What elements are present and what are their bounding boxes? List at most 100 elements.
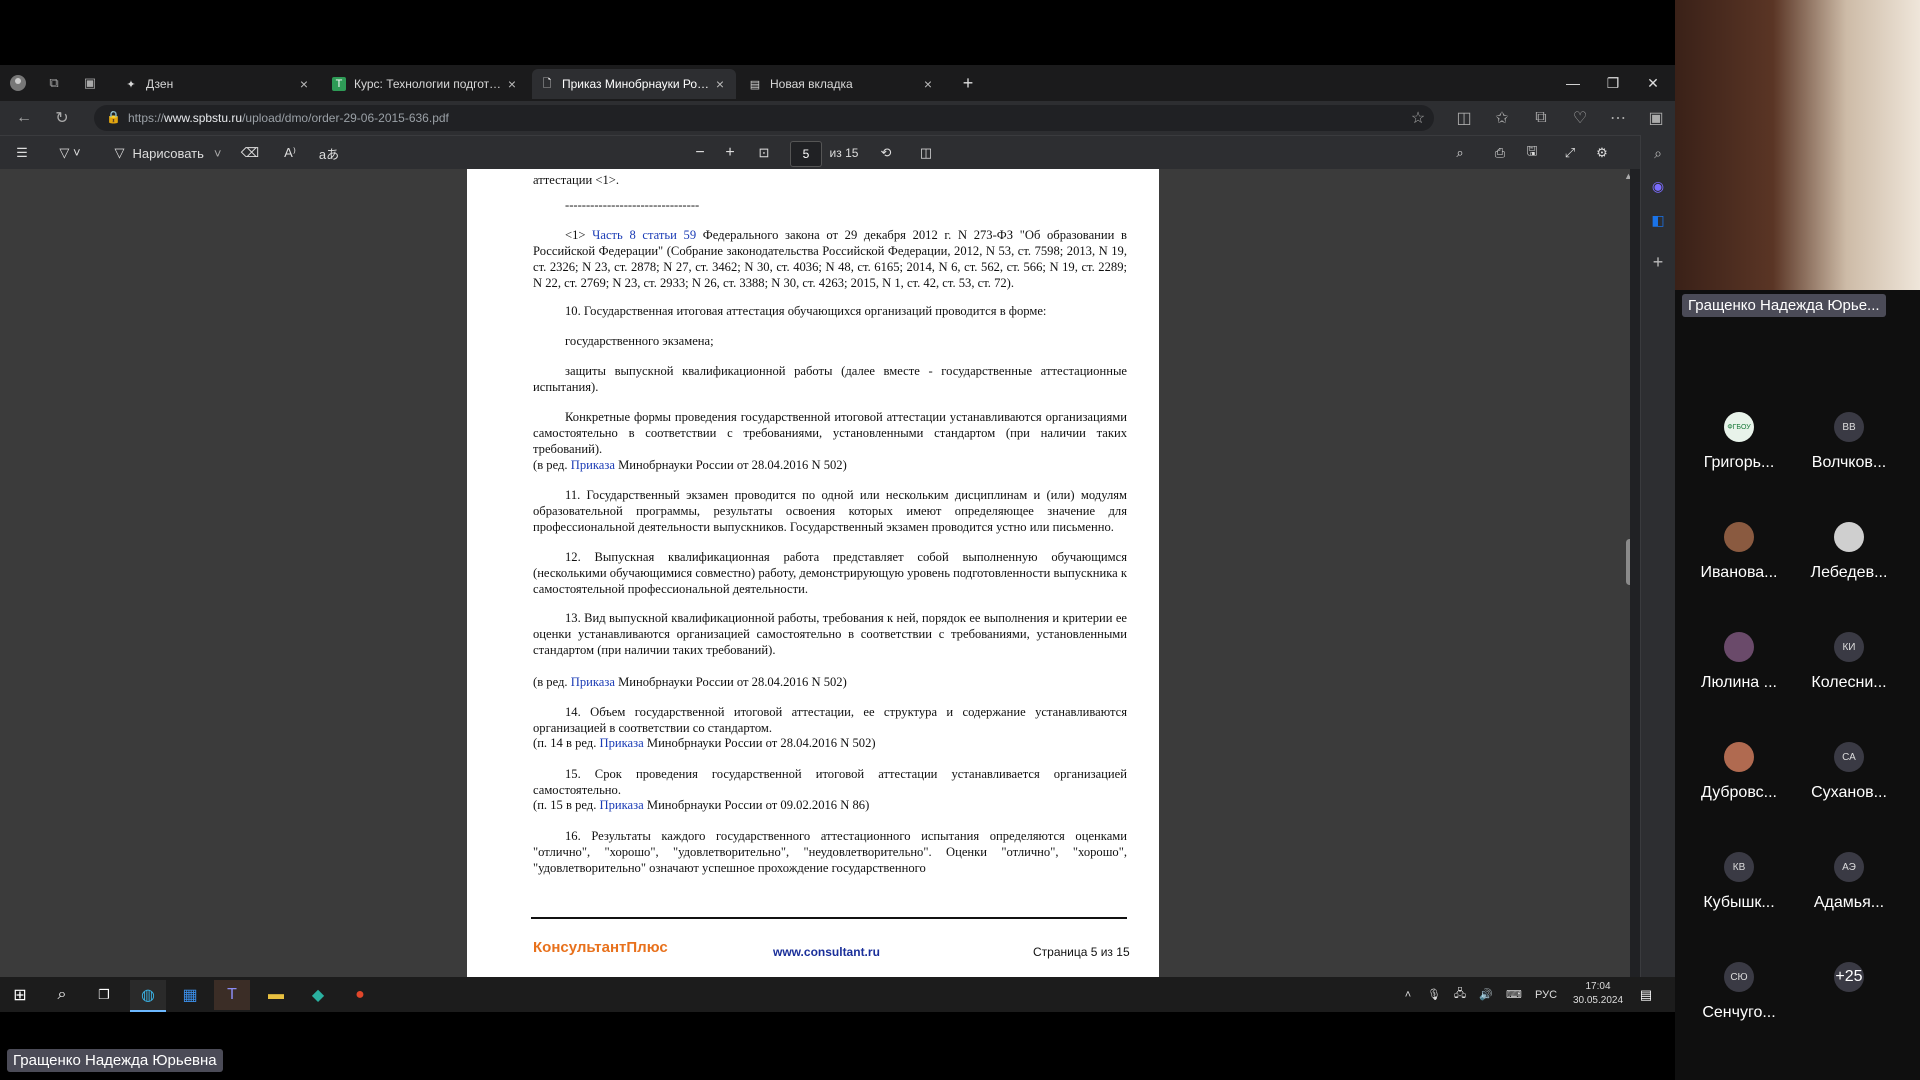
workspaces-icon[interactable]: ⧉ bbox=[40, 70, 68, 96]
participant-tile[interactable]: СА Суханов... bbox=[1794, 742, 1904, 828]
browser-essentials-icon[interactable]: ♡ bbox=[1566, 105, 1594, 131]
sparkle-icon: ✦ bbox=[126, 78, 136, 91]
tab-new[interactable]: ▤ Новая вкладка × bbox=[740, 69, 944, 99]
language-indicator[interactable]: РУС bbox=[1529, 989, 1563, 1001]
settings-gear-icon[interactable]: ⚙ bbox=[1590, 140, 1614, 166]
participant-tile[interactable]: КВ Кубышк... bbox=[1684, 852, 1794, 938]
newtab-icon: ▤ bbox=[749, 78, 761, 91]
start-icon[interactable]: ⊞ bbox=[2, 980, 38, 1010]
more-participants-tile[interactable]: +25 bbox=[1794, 962, 1904, 1048]
microphone-icon[interactable]: 🎙 bbox=[1421, 988, 1447, 1001]
document-icon: 🗋 bbox=[542, 77, 552, 90]
tab-order-pdf[interactable]: 🗋 Приказ Минобрнауки России о × bbox=[532, 69, 736, 99]
collections-icon[interactable]: ⧉ bbox=[1527, 105, 1555, 131]
favorite-star-icon[interactable]: ☆ bbox=[1404, 105, 1432, 131]
footer-url[interactable]: www.consultant.ru bbox=[773, 944, 880, 960]
avatar: СА bbox=[1834, 742, 1864, 772]
order-link[interactable]: Приказа bbox=[571, 675, 615, 689]
print-icon[interactable]: ⎙ bbox=[1488, 140, 1512, 166]
add-app-icon[interactable]: + bbox=[1647, 251, 1669, 273]
favorites-icon[interactable]: ✩ bbox=[1488, 105, 1516, 131]
draw-button[interactable]: ▽ Нарисовать ˅ bbox=[108, 140, 228, 166]
close-icon[interactable]: × bbox=[712, 76, 728, 92]
participant-tile[interactable]: Иванова... bbox=[1684, 522, 1794, 608]
restore-button[interactable]: ❐ bbox=[1593, 65, 1633, 101]
participant-tile[interactable]: Люлина ... bbox=[1684, 632, 1794, 718]
avatar: КИ bbox=[1834, 632, 1864, 662]
explorer-app-icon[interactable]: ▬ bbox=[258, 980, 294, 1010]
app-icon[interactable]: ◆ bbox=[300, 980, 336, 1010]
avatar: АЭ bbox=[1834, 852, 1864, 882]
paragraph-12: 12. Выпускная квалификационная работа пр… bbox=[533, 550, 1127, 596]
search-icon[interactable]: ⌕ bbox=[44, 980, 80, 1010]
task-view-icon[interactable]: ❐ bbox=[86, 980, 122, 1010]
outlook-icon[interactable]: ◧ bbox=[1647, 209, 1669, 231]
split-screen-icon[interactable]: ◫ bbox=[1450, 105, 1478, 131]
search-icon[interactable]: ⌕ bbox=[1448, 140, 1472, 166]
back-icon[interactable]: ← bbox=[10, 105, 38, 131]
participant-tile[interactable]: Лебедев... bbox=[1794, 522, 1904, 608]
notifications-icon[interactable]: ▤ bbox=[1628, 980, 1664, 1010]
teams-app-icon[interactable]: T bbox=[214, 980, 250, 1010]
eraser-icon[interactable]: ⌫ bbox=[238, 140, 262, 166]
clock[interactable]: 17:04 30.05.2024 bbox=[1570, 980, 1626, 1008]
profile-avatar-icon[interactable] bbox=[4, 70, 32, 96]
scroll-up-icon[interactable]: ▲ bbox=[1624, 171, 1630, 181]
sidebar-toggle-icon[interactable]: ▣ bbox=[1642, 105, 1670, 131]
avatar: ФГБОУ bbox=[1724, 412, 1754, 442]
volume-icon[interactable]: 🔊 bbox=[1473, 988, 1499, 1001]
minimize-button[interactable]: — bbox=[1553, 65, 1593, 101]
zoom-out-button[interactable]: − bbox=[688, 140, 712, 166]
search-icon[interactable]: ⌕ bbox=[1647, 142, 1669, 164]
order-link[interactable]: Приказа bbox=[571, 458, 615, 472]
refresh-icon[interactable]: ↻ bbox=[48, 105, 76, 131]
order-link[interactable]: Приказа bbox=[600, 736, 644, 750]
order-link[interactable]: Приказа bbox=[600, 798, 644, 812]
keyboard-icon[interactable]: ⌨ bbox=[1499, 988, 1529, 1001]
page-number-input[interactable]: 5 bbox=[790, 141, 822, 167]
close-icon[interactable]: × bbox=[920, 76, 936, 92]
highlight-icon[interactable]: ▽ ˅ bbox=[50, 140, 90, 166]
store-app-icon[interactable]: ▦ bbox=[172, 980, 208, 1010]
page-view-icon[interactable]: ◫ bbox=[914, 140, 938, 166]
close-icon[interactable]: × bbox=[504, 76, 520, 92]
zoom-in-button[interactable]: + bbox=[718, 140, 742, 166]
presenter-camera-feed bbox=[1675, 0, 1920, 290]
tab-course[interactable]: T Курс: Технологии подготовки и × bbox=[324, 69, 528, 99]
edge-app-icon[interactable]: ◍ bbox=[130, 980, 166, 1012]
save-icon[interactable]: 🖫 bbox=[1520, 140, 1544, 166]
browser-window: ⧉ ▣ ✦ Дзен × T Курс: Технологии подготов… bbox=[0, 65, 1675, 1012]
taskbar: ⊞ ⌕ ❐ ◍ ▦ T ▬ ◆ ● ˄ 🎙 🖧 🔊 ⌨ РУС 17:04 30… bbox=[0, 977, 1675, 1012]
lock-icon: 🔒 bbox=[106, 110, 121, 124]
paragraph-13: 13. Вид выпускной квалификационной работ… bbox=[533, 611, 1127, 657]
url-field[interactable]: 🔒 https://www.spbstu.ru/upload/dmo/order… bbox=[94, 105, 1434, 131]
pdf-viewer[interactable]: аттестации <1>. ------------------------… bbox=[0, 169, 1630, 1012]
avatar bbox=[1834, 522, 1864, 552]
close-window-button[interactable]: ✕ bbox=[1633, 65, 1673, 101]
paragraph-10b: защиты выпускной квалификационной работы… bbox=[533, 364, 1127, 394]
footnote-link[interactable]: Часть 8 статьи 59 bbox=[592, 228, 696, 242]
participant-tile[interactable]: ФГБОУ Григорь... bbox=[1684, 412, 1794, 498]
new-tab-button[interactable]: + bbox=[954, 70, 982, 96]
powerpoint-app-icon[interactable]: ● bbox=[342, 980, 378, 1010]
chevron-up-icon[interactable]: ˄ bbox=[1395, 989, 1421, 1001]
rotate-icon[interactable]: ⟲ bbox=[874, 140, 898, 166]
fullscreen-icon[interactable]: ⤢ bbox=[1558, 140, 1582, 166]
tab-actions-icon[interactable]: ▣ bbox=[76, 70, 104, 96]
close-icon[interactable]: × bbox=[296, 76, 312, 92]
participant-tile[interactable]: СЮ Сенчуго... bbox=[1684, 962, 1794, 1048]
tab-dzen[interactable]: ✦ Дзен × bbox=[116, 69, 320, 99]
participant-tile[interactable]: АЭ Адамья... bbox=[1794, 852, 1904, 938]
contents-icon[interactable]: ☰ bbox=[10, 140, 34, 166]
scrollbar-thumb[interactable] bbox=[1626, 539, 1630, 585]
more-menu-icon[interactable]: ⋯ bbox=[1604, 105, 1632, 131]
participant-tile[interactable]: ВВ Волчков... bbox=[1794, 412, 1904, 498]
system-tray: ˄ 🎙 🖧 🔊 ⌨ РУС bbox=[1395, 977, 1563, 1012]
participant-tile[interactable]: Дубровс... bbox=[1684, 742, 1794, 828]
translate-icon[interactable]: aあ bbox=[316, 140, 342, 166]
read-aloud-icon[interactable]: A⁾ bbox=[278, 140, 302, 166]
network-icon[interactable]: 🖧 bbox=[1447, 985, 1473, 1004]
fit-page-icon[interactable]: ⊡ bbox=[752, 140, 776, 166]
copilot-icon[interactable]: ◉ bbox=[1647, 175, 1669, 197]
participant-tile[interactable]: КИ Колесни... bbox=[1794, 632, 1904, 718]
